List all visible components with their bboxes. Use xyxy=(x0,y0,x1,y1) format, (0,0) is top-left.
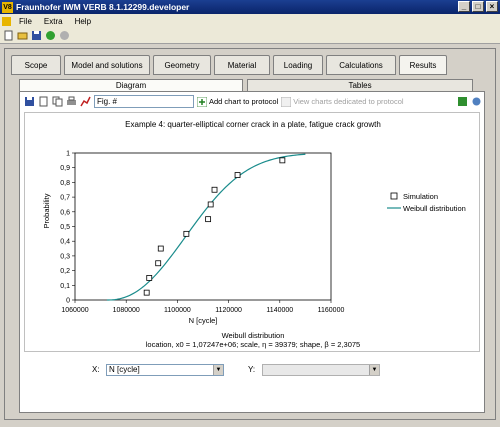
new-file-icon[interactable] xyxy=(3,30,14,41)
tab-results[interactable]: Results xyxy=(399,55,447,75)
simulation-point xyxy=(207,201,214,208)
chart-area: Example 4: quarter-elliptical corner cra… xyxy=(24,112,480,352)
y-axis-select[interactable]: ▼ xyxy=(262,364,380,376)
window-title: Fraunhofer IWM VERB 8.1.12299.developer xyxy=(16,2,190,12)
y-tick-label: 0,7 xyxy=(60,195,70,202)
menu-extra[interactable]: Extra xyxy=(38,17,69,26)
save-icon[interactable] xyxy=(31,30,42,41)
x-axis-select-value: N [cycle] xyxy=(109,365,140,374)
document-icon[interactable] xyxy=(38,96,49,107)
add-chart-icon xyxy=(197,96,207,107)
tab-tables[interactable]: Tables xyxy=(247,79,473,91)
simulation-point xyxy=(234,172,241,178)
minimize-button[interactable]: _ xyxy=(458,1,470,12)
chart-xlabel: N [cycle] xyxy=(189,316,218,325)
y-selector-label: Y: xyxy=(248,365,256,374)
y-tick-label: 0,4 xyxy=(60,239,70,246)
tab-loading[interactable]: Loading xyxy=(273,55,323,75)
simulation-point xyxy=(183,230,190,237)
view-charts-button[interactable]: View charts dedicated to protocol xyxy=(281,96,404,107)
x-tick-label: 1080000 xyxy=(113,307,140,314)
x-tick-label: 1100000 xyxy=(164,307,191,314)
stop-icon[interactable] xyxy=(59,30,70,41)
chevron-down-icon: ▼ xyxy=(213,365,223,375)
menu-help[interactable]: Help xyxy=(69,17,97,26)
chart-svg: Example 4: quarter-elliptical corner cra… xyxy=(42,120,466,349)
save-chart-icon[interactable] xyxy=(24,96,35,107)
simulation-point xyxy=(146,275,153,281)
weibull-footer-title: Weibull distribution xyxy=(222,331,285,340)
weibull-curve xyxy=(106,153,306,301)
maximize-button[interactable]: □ xyxy=(472,1,484,12)
copy-icon[interactable] xyxy=(52,96,63,107)
y-tick-label: 0,6 xyxy=(60,209,70,216)
app-logo-icon: V8 xyxy=(2,1,13,13)
diagram-panel: Add chart to protocol View charts dedica… xyxy=(19,91,485,413)
weibull-footer-params: location, x0 = 1,07247e+06; scale, η = 3… xyxy=(146,340,360,349)
x-tick-label: 1060000 xyxy=(61,307,88,314)
simulation-point xyxy=(143,289,150,296)
tab-diagram[interactable]: Diagram xyxy=(19,79,243,91)
plot-frame xyxy=(74,152,332,301)
simulation-point xyxy=(279,157,286,164)
close-button[interactable]: × xyxy=(486,1,498,12)
menu-bar: File Extra Help xyxy=(0,14,500,28)
x-axis-select[interactable]: N [cycle] ▼ xyxy=(106,364,224,376)
go-forward-icon[interactable] xyxy=(45,30,56,41)
y-tick-label: 0 xyxy=(66,298,70,305)
tab-material[interactable]: Material xyxy=(214,55,270,75)
tab-calculations[interactable]: Calculations xyxy=(326,55,396,75)
legend-label-simulation: Simulation xyxy=(403,192,438,201)
excel-export-icon[interactable] xyxy=(457,96,468,107)
legend-marker-simulation xyxy=(390,192,398,200)
axis-selectors: X: N [cycle] ▼ Y: ▼ xyxy=(20,358,486,408)
open-folder-icon[interactable] xyxy=(17,30,28,41)
title-bar: V8 Fraunhofer IWM VERB 8.1.12299.develop… xyxy=(0,0,500,14)
tab-scope[interactable]: Scope xyxy=(11,55,61,75)
view-charts-icon xyxy=(281,96,292,107)
y-tick-label: 0,1 xyxy=(60,283,70,290)
chart-legend: Simulation Weibull distribution xyxy=(387,192,466,213)
simulation-point xyxy=(157,245,164,252)
sub-tab-strip: Diagram Tables xyxy=(19,79,473,91)
x-tick-label: 1160000 xyxy=(318,307,345,314)
tab-geometry[interactable]: Geometry xyxy=(153,55,211,75)
view-charts-label: View charts dedicated to protocol xyxy=(293,97,404,106)
y-tick-label: 0,5 xyxy=(60,224,70,231)
x-selector-label: X: xyxy=(92,365,100,374)
add-chart-label: Add chart to protocol xyxy=(209,97,279,106)
simulation-point xyxy=(211,186,218,193)
figure-name-input[interactable] xyxy=(94,95,194,108)
add-chart-to-protocol-button[interactable]: Add chart to protocol xyxy=(197,96,279,107)
menu-file[interactable]: File xyxy=(13,17,38,26)
settings-icon[interactable] xyxy=(471,96,482,107)
plot-area: 0 0,1 0,2 0,3 0,4 0,5 0,6 0,7 0,8 0,9 1 1060000 1080… xyxy=(60,151,344,315)
legend-label-weibull: Weibull distribution xyxy=(403,204,466,213)
y-tick-label: 0,2 xyxy=(60,268,70,275)
chevron-down-icon: ▼ xyxy=(369,365,379,375)
y-tick-label: 0,8 xyxy=(60,180,70,187)
x-tick-label: 1120000 xyxy=(215,307,242,314)
chart-title: Example 4: quarter-elliptical corner cra… xyxy=(125,120,381,129)
chart-toolbar: Add chart to protocol View charts dedica… xyxy=(22,94,482,109)
chart-edit-icon[interactable] xyxy=(80,96,91,107)
y-tick-label: 1 xyxy=(66,151,70,158)
chart-ylabel: Probability xyxy=(42,193,51,228)
y-tick-label: 0,3 xyxy=(60,253,70,260)
main-toolbar xyxy=(0,28,500,44)
system-menu-icon[interactable] xyxy=(2,16,11,26)
tab-model-and-solutions[interactable]: Model and solutions xyxy=(64,55,150,75)
main-tab-strip: Scope Model and solutions Geometry Mater… xyxy=(11,55,447,75)
print-icon[interactable] xyxy=(66,96,77,107)
simulation-point xyxy=(205,216,212,223)
y-tick-label: 0,9 xyxy=(60,165,70,172)
main-panel: Scope Model and solutions Geometry Mater… xyxy=(4,48,496,420)
simulation-point xyxy=(155,260,162,267)
x-tick-label: 1140000 xyxy=(266,307,293,314)
